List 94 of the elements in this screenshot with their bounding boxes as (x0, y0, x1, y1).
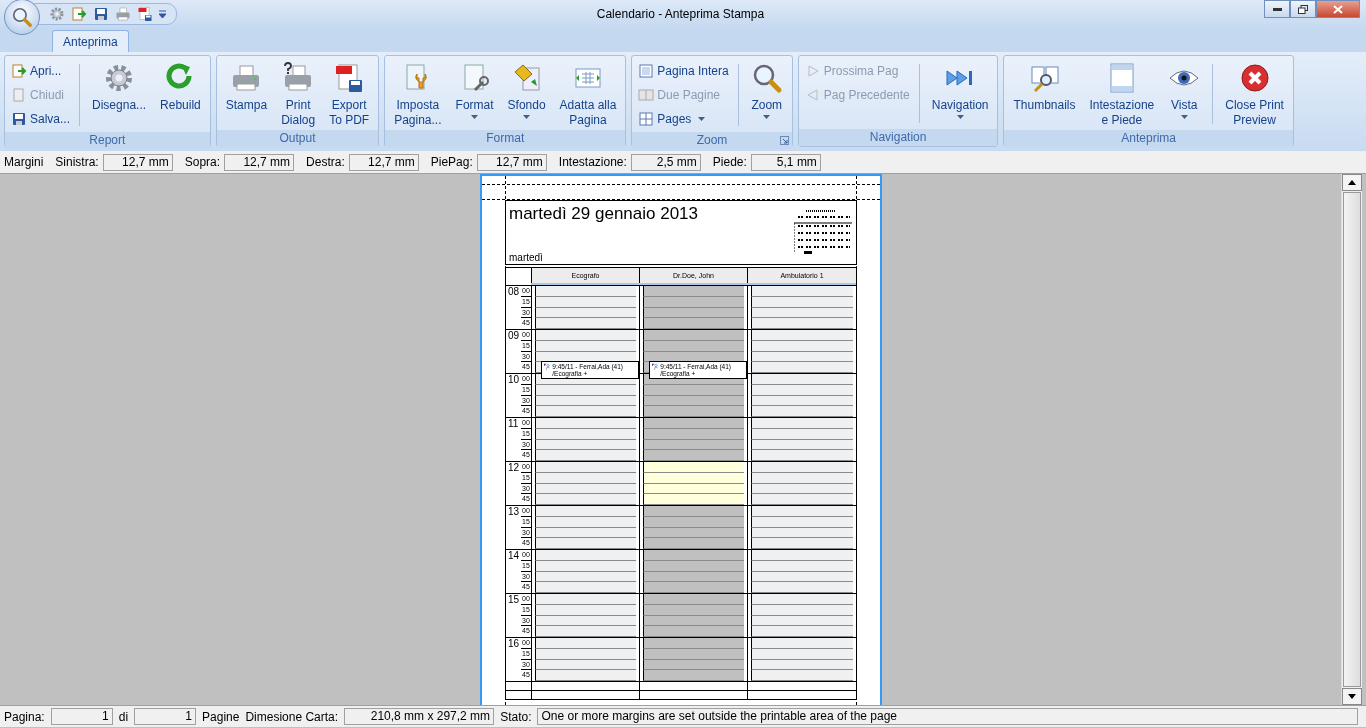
window-title: Calendario - Anteprima Stampa (595, 7, 766, 21)
ribbon-button[interactable]: Imposta Pagina... (388, 58, 448, 128)
magnifier-icon (11, 6, 33, 28)
ribbon-button[interactable]: Rebuild (154, 58, 207, 113)
field-label: Intestazione: (558, 155, 627, 169)
status-label: di (118, 709, 129, 724)
grid-pages-icon (638, 111, 655, 127)
scrollbar-thumb[interactable] (1343, 192, 1361, 687)
gear-icon (49, 6, 65, 22)
document-icon (11, 87, 27, 103)
group-label: Output (279, 130, 316, 147)
toolbar-button[interactable] (93, 6, 109, 22)
hour-label: 13 (508, 506, 520, 519)
ribbon-button[interactable]: Apri... (8, 60, 74, 82)
down-arrow-icon (1348, 694, 1356, 699)
hour-label: 08 (508, 286, 520, 299)
ribbon-button[interactable]: Intestazione e Piede (1083, 58, 1161, 128)
close-icon (1333, 4, 1343, 14)
open-icon (71, 6, 87, 22)
margin-field[interactable]: 12,7 mm (476, 153, 547, 171)
field-label: PiePag: (430, 155, 473, 169)
dialog-launcher-icon[interactable] (779, 136, 789, 145)
status-label: Stato: (500, 709, 532, 724)
group-label: Navigation (869, 129, 927, 146)
two-pages-icon (638, 87, 655, 103)
mini-calendar-drawing (794, 209, 852, 255)
vertical-scrollbar[interactable] (1341, 174, 1362, 705)
ribbon-button[interactable]: Format (449, 58, 500, 119)
margins-label: Margini (4, 155, 44, 169)
ribbon-button[interactable]: Salva... (8, 108, 74, 130)
margin-field[interactable]: 12,7 mm (348, 153, 419, 171)
ribbon-button[interactable]: Close Print Preview (1219, 58, 1290, 128)
margin-field[interactable]: 12,7 mm (224, 153, 295, 171)
weekday-label: martedì (509, 252, 543, 263)
restore-button[interactable] (1290, 0, 1316, 18)
hour-label: 16 (508, 638, 520, 651)
save-icon (11, 111, 27, 127)
ribbon-button[interactable]: Sfondo (501, 58, 552, 119)
status-label: Dimesione Carta: (245, 709, 339, 724)
hour-label: 12 (508, 462, 520, 475)
customize-button[interactable] (159, 10, 166, 18)
field-label: Piede: (712, 155, 747, 169)
toolbar-button[interactable] (137, 6, 153, 22)
ribbon-button[interactable]: Navigation (925, 58, 995, 119)
person-icon (544, 363, 551, 372)
up-arrow-icon (1348, 180, 1356, 185)
status-field: 1 (50, 708, 113, 725)
group-label: Anteprima (1121, 130, 1177, 147)
hour-label: 15 (508, 594, 520, 607)
hour-label: 14 (508, 550, 520, 563)
restore-icon (1298, 4, 1308, 14)
hour-label: 11 (508, 418, 519, 431)
minimize-button[interactable] (1264, 0, 1290, 18)
group-label: Report (89, 132, 126, 149)
ribbon-button[interactable]: Print Dialog (275, 58, 322, 128)
dropdown-icon (159, 10, 166, 18)
ribbon-button[interactable]: Adatta alla Pagina (553, 58, 623, 128)
ribbon-tab[interactable]: Anteprima (52, 30, 129, 52)
ribbon-button[interactable]: Stampa (219, 58, 274, 113)
save-icon (93, 6, 109, 22)
ribbon-button[interactable]: Export To PDF (323, 58, 376, 128)
group-label: Zoom (696, 132, 728, 149)
single-page-icon (638, 63, 655, 79)
toolbar-button[interactable] (71, 6, 87, 22)
status-label: Pagine (202, 709, 240, 724)
person-icon (652, 363, 659, 372)
status-field: 210,8 mm x 297,2 mm (344, 708, 495, 725)
margin-field[interactable]: 12,7 mm (102, 153, 173, 171)
ribbon-button[interactable]: Disegna... (86, 58, 153, 113)
field-label: Sinistra: (55, 155, 99, 169)
ribbon-button[interactable]: Vista (1162, 58, 1207, 119)
close-button[interactable] (1316, 0, 1360, 18)
close-icon (1238, 62, 1271, 94)
margin-field[interactable]: 2,5 mm (630, 153, 701, 171)
scroll-down-button[interactable] (1342, 688, 1362, 705)
date-title: martedì 29 gennaio 2013 (509, 204, 700, 224)
ribbon-button[interactable]: Pagina Intera (635, 60, 732, 82)
open-icon (11, 63, 27, 79)
printer-icon (115, 6, 131, 22)
pdf-save-icon (137, 6, 153, 22)
hour-label: 10 (508, 374, 520, 387)
status-label: Pagina: (4, 709, 45, 724)
ribbon-button[interactable]: Pages (635, 108, 732, 130)
status-field: 1 (134, 708, 197, 725)
scroll-up-button[interactable] (1342, 174, 1362, 191)
status-field: One or more margins are set outside the printable area of the page (537, 708, 1358, 725)
field-label: Destra: (306, 155, 345, 169)
ribbon-button[interactable]: Zoom (744, 58, 789, 119)
margin-field[interactable]: 5,1 mm (750, 153, 821, 171)
hour-label: 09 (508, 330, 520, 343)
ribbon-button[interactable]: Thumbnails (1007, 58, 1082, 113)
field-label: Sopra: (184, 155, 221, 169)
group-label: Format (486, 130, 525, 147)
minimize-icon (1272, 7, 1282, 11)
